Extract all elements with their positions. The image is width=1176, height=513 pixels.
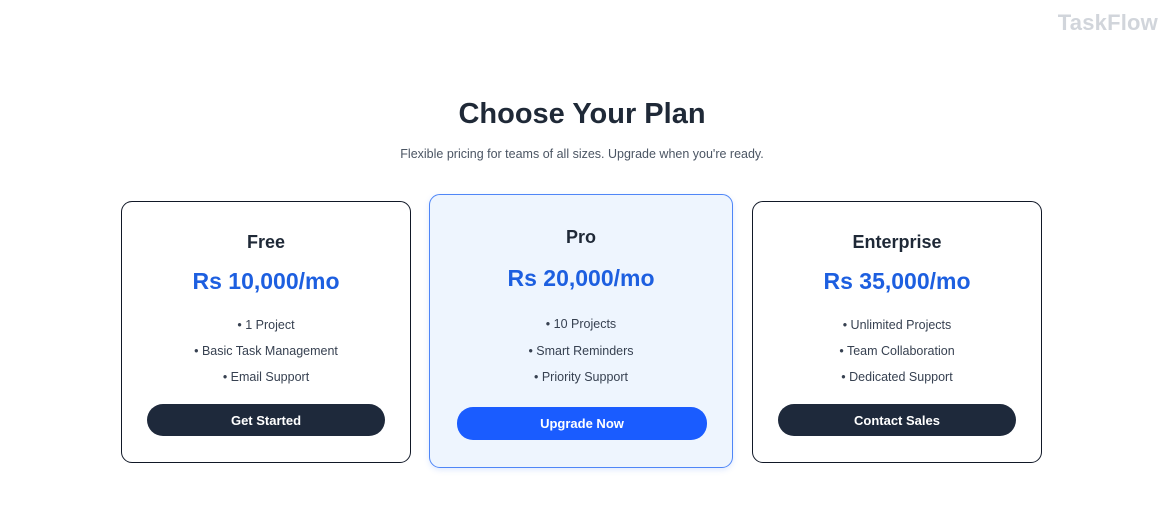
- plan-card-enterprise: Enterprise Rs 35,000/mo • Unlimited Proj…: [752, 201, 1042, 463]
- feature-item: • 10 Projects: [545, 317, 617, 331]
- feature-item: • Email Support: [222, 370, 310, 384]
- get-started-button[interactable]: Get Started: [147, 404, 385, 436]
- plan-price: Rs 35,000/mo: [823, 268, 971, 294]
- feature-item: • Dedicated Support: [841, 370, 953, 384]
- upgrade-now-button[interactable]: Upgrade Now: [457, 407, 707, 440]
- plan-name: Enterprise: [852, 232, 942, 252]
- brand-logo-text: TaskFlow: [1057, 10, 1158, 35]
- feature-list: • 1 Project • Basic Task Management • Em…: [122, 312, 410, 390]
- page-subtitle: Flexible pricing for teams of all sizes.…: [400, 147, 764, 161]
- feature-item: • Team Collaboration: [839, 344, 955, 358]
- feature-item: • Basic Task Management: [194, 344, 338, 358]
- feature-list: • 10 Projects • Smart Reminders • Priori…: [430, 311, 732, 391]
- contact-sales-button[interactable]: Contact Sales: [778, 404, 1016, 436]
- feature-item: • Unlimited Projects: [842, 318, 952, 332]
- plan-name: Pro: [565, 227, 596, 247]
- feature-list: • Unlimited Projects • Team Collaboratio…: [753, 312, 1041, 390]
- plan-card-pro: Pro Rs 20,000/mo • 10 Projects • Smart R…: [429, 194, 733, 468]
- feature-item: • Smart Reminders: [528, 343, 634, 358]
- feature-item: • Priority Support: [534, 370, 628, 384]
- plan-name: Free: [246, 232, 286, 252]
- plan-price: Rs 10,000/mo: [192, 268, 340, 294]
- page-title: Choose Your Plan: [458, 98, 706, 130]
- feature-item: • 1 Project: [237, 318, 295, 332]
- plan-price: Rs 20,000/mo: [507, 265, 655, 291]
- plan-card-free: Free Rs 10,000/mo • 1 Project • Basic Ta…: [121, 201, 411, 463]
